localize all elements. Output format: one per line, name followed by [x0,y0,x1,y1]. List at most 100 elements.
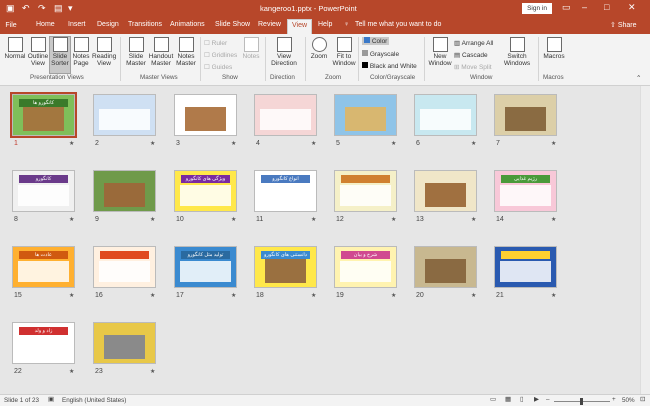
transition-star-icon[interactable]: ★ [391,216,396,223]
vertical-scrollbar[interactable] [640,86,650,394]
slide-thumbnail[interactable] [414,94,477,136]
tab-review[interactable]: Review [258,21,281,28]
view-direction-button[interactable]: View Direction [268,37,300,67]
tell-me-input[interactable]: Tell me what you want to do [355,21,441,28]
zoom-slider-thumb[interactable] [580,398,583,405]
new-window-button[interactable]: New Window [428,37,452,67]
fit-slide-icon[interactable]: ⊡ [640,396,645,403]
tab-design[interactable]: Design [97,21,119,28]
language-indicator[interactable]: English (United States) [62,397,126,404]
fit-to-window-button[interactable]: Fit to Window [332,37,356,67]
collapse-ribbon-icon[interactable]: ⌃ [636,74,641,82]
slide-thumbnail[interactable] [93,322,156,364]
reading-view-status-icon[interactable]: ▯ [520,396,523,403]
macros-button[interactable]: Macros [542,37,566,60]
transition-star-icon[interactable]: ★ [150,216,155,223]
slide-thumbnail[interactable]: عادت ها [12,246,75,288]
slide-thumbnail[interactable]: کانگورو ها [10,92,77,138]
tab-animations[interactable]: Animations [170,21,205,28]
black-and-white-button[interactable]: Black and White [362,62,417,70]
tab-transitions[interactable]: Transitions [128,21,162,28]
slide-thumbnail[interactable]: رژیم غذایی [494,170,557,212]
slide-thumbnail[interactable] [93,170,156,212]
reading-view-button[interactable]: Reading View [92,37,116,67]
ruler-checkbox[interactable]: ☐ Ruler [204,39,227,47]
slide-thumbnail[interactable]: تولید مثل کانگورو [174,246,237,288]
tab-file[interactable]: File [0,18,22,34]
slide-thumbnail[interactable]: ویژگی های کانگورو [174,170,237,212]
share-button[interactable]: ⇧ Share [610,21,637,29]
slide-thumbnail[interactable] [174,94,237,136]
slide-sorter-button[interactable]: Slide Sorter [49,36,71,74]
transition-star-icon[interactable]: ★ [69,216,74,223]
slide-thumbnail[interactable] [414,170,477,212]
slide-thumbnail[interactable]: انواع کانگورو [254,170,317,212]
transition-star-icon[interactable]: ★ [69,292,74,299]
slide-master-button[interactable]: Slide Master [124,37,148,67]
save-icon[interactable]: ▣ [6,3,15,14]
arrange-all-button[interactable]: ▥ Arrange All [454,39,493,47]
transition-star-icon[interactable]: ★ [231,216,236,223]
normal-view-status-icon[interactable]: ▭ [490,396,496,403]
switch-windows-button[interactable]: Switch Windows [500,37,534,67]
slide-thumbnail[interactable]: دانستنی های کانگورو [254,246,317,288]
transition-star-icon[interactable]: ★ [311,292,316,299]
normal-view-button[interactable]: Normal [4,37,26,60]
move-split-button[interactable]: ⊞ Move Split [454,63,492,71]
notes-master-button[interactable]: Notes Master [174,37,198,67]
slide-thumbnail[interactable] [93,94,156,136]
slide-thumbnail[interactable] [334,170,397,212]
transition-star-icon[interactable]: ★ [551,292,556,299]
slide-thumbnail[interactable] [334,94,397,136]
transition-star-icon[interactable]: ★ [471,292,476,299]
outline-view-button[interactable]: Outline View [27,37,49,67]
slide-thumbnail[interactable] [494,246,557,288]
transition-star-icon[interactable]: ★ [471,140,476,147]
transition-star-icon[interactable]: ★ [69,368,74,375]
slideshow-status-icon[interactable]: ▶ [534,396,539,403]
tab-slide-show[interactable]: Slide Show [215,21,250,28]
notes-page-button[interactable]: Notes Page [71,37,91,67]
tab-help[interactable]: Help [318,21,332,28]
sign-in-button[interactable]: Sign in [522,3,552,14]
ribbon-display-icon[interactable]: ▭ [562,2,571,13]
handout-master-button[interactable]: Handout Master [148,37,174,67]
transition-star-icon[interactable]: ★ [471,216,476,223]
tab-view[interactable]: View [287,19,313,34]
undo-icon[interactable]: ↶ [22,3,30,14]
redo-icon[interactable]: ↷ [38,3,46,14]
transition-star-icon[interactable]: ★ [231,292,236,299]
slide-thumbnail[interactable] [254,94,317,136]
zoom-level[interactable]: 50% [622,397,635,404]
tab-home[interactable]: Home [36,21,55,28]
spelling-icon[interactable]: ▣ [48,396,54,403]
start-slideshow-icon[interactable]: ▤ [54,3,63,14]
cascade-button[interactable]: ▤ Cascade [454,51,488,59]
slide-thumbnail[interactable]: زاد و ولد [12,322,75,364]
transition-star-icon[interactable]: ★ [311,216,316,223]
zoom-in-icon[interactable]: + [612,396,616,403]
customize-toolbar-icon[interactable]: ▾ [68,3,73,14]
slide-thumbnail[interactable] [494,94,557,136]
transition-star-icon[interactable]: ★ [69,140,74,147]
slide-thumbnail[interactable] [414,246,477,288]
transition-star-icon[interactable]: ★ [551,140,556,147]
transition-star-icon[interactable]: ★ [391,292,396,299]
maximize-icon[interactable]: □ [604,2,609,12]
zoom-out-icon[interactable]: – [546,396,550,403]
close-icon[interactable]: ✕ [628,2,636,13]
slide-thumbnail[interactable] [93,246,156,288]
transition-star-icon[interactable]: ★ [231,140,236,147]
transition-star-icon[interactable]: ★ [551,216,556,223]
tab-insert[interactable]: Insert [68,21,86,28]
slide-sorter-status-icon[interactable]: ▦ [505,396,511,403]
gridlines-checkbox[interactable]: ☐ Gridlines [204,51,237,59]
transition-star-icon[interactable]: ★ [150,292,155,299]
color-button[interactable]: Color [362,37,390,45]
zoom-button[interactable]: Zoom [308,37,330,60]
transition-star-icon[interactable]: ★ [150,368,155,375]
grayscale-button[interactable]: Grayscale [362,50,399,58]
minimize-icon[interactable]: – [582,2,587,12]
transition-star-icon[interactable]: ★ [150,140,155,147]
transition-star-icon[interactable]: ★ [391,140,396,147]
